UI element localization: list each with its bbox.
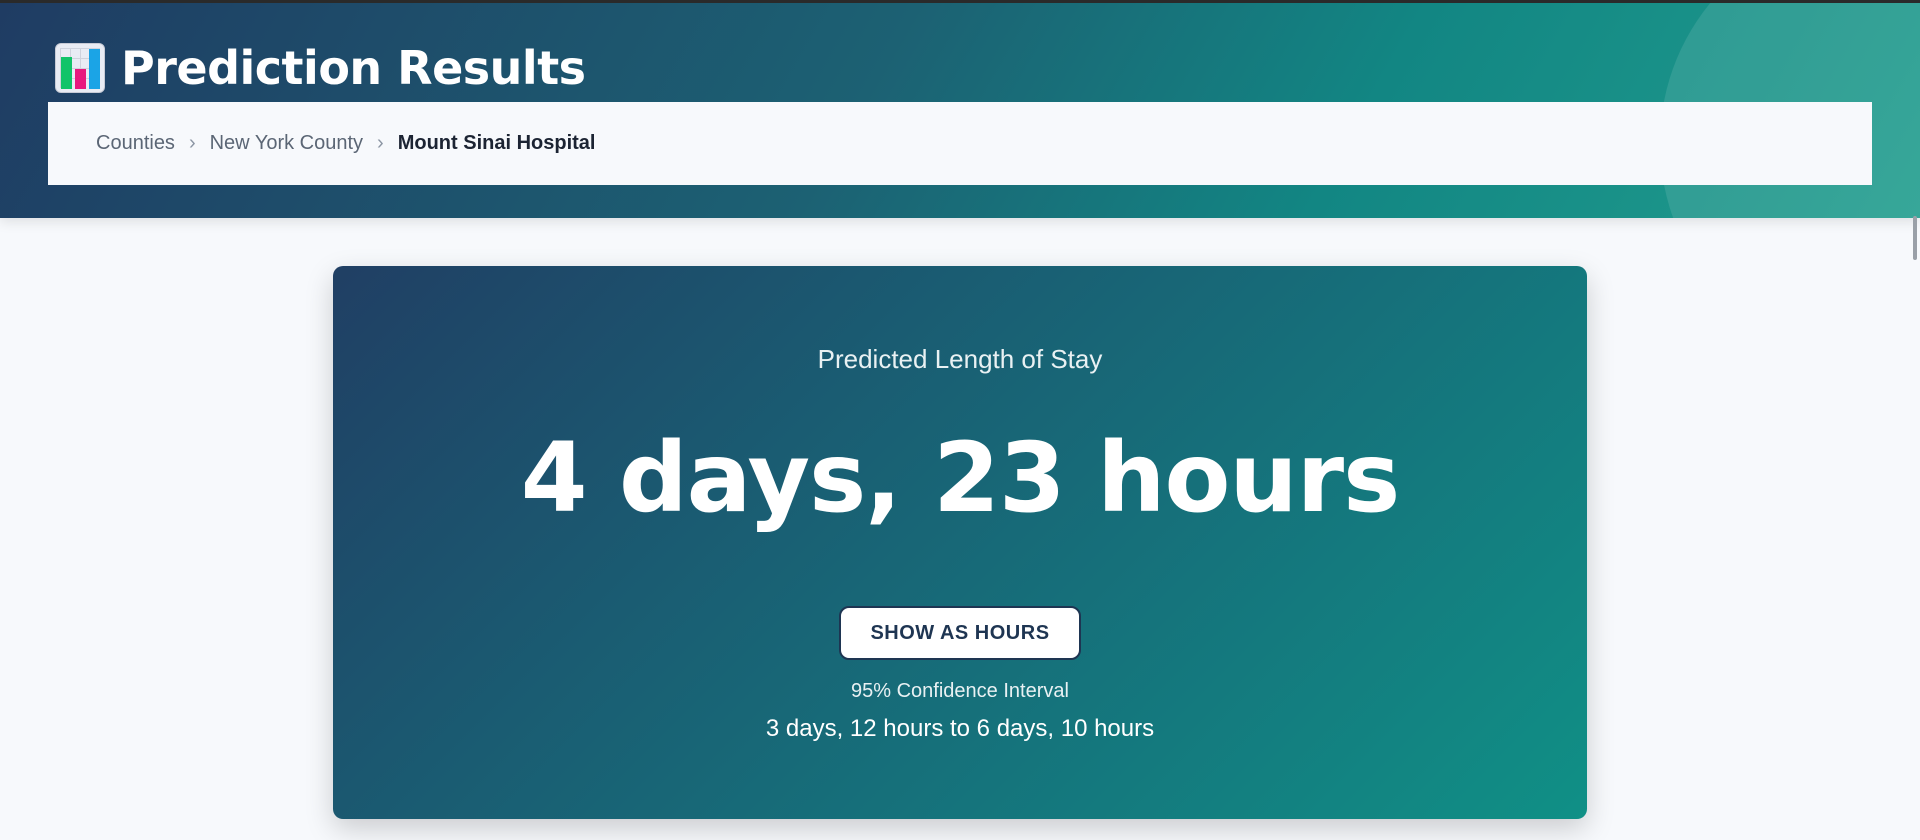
breadcrumb-separator: › [188,132,196,154]
breadcrumb-item-county[interactable]: New York County [210,132,363,155]
confidence-interval-label: 95% Confidence Interval [851,680,1069,702]
page-title: Prediction Results [121,41,586,95]
scrollbar[interactable] [1913,216,1917,260]
title-row: Prediction Results [55,43,586,93]
breadcrumb-separator: › [377,132,384,154]
breadcrumb: Counties › New York County › Mount Sinai… [48,102,1872,185]
breadcrumb-item-counties[interactable]: Counties [96,132,175,155]
prediction-card: Predicted Length of Stay 4 days, 23 hour… [333,266,1587,819]
breadcrumb-item-hospital: Mount Sinai Hospital [397,132,596,154]
bar-chart-icon [55,43,105,93]
page-header: Prediction Results Counties › New York C… [0,3,1920,218]
prediction-value: 4 days, 23 hours [520,422,1401,534]
prediction-label: Predicted Length of Stay [817,344,1103,374]
confidence-interval-range: 3 days, 12 hours to 6 days, 10 hours [765,715,1155,742]
show-as-hours-button[interactable]: SHOW AS HOURS [839,606,1081,660]
